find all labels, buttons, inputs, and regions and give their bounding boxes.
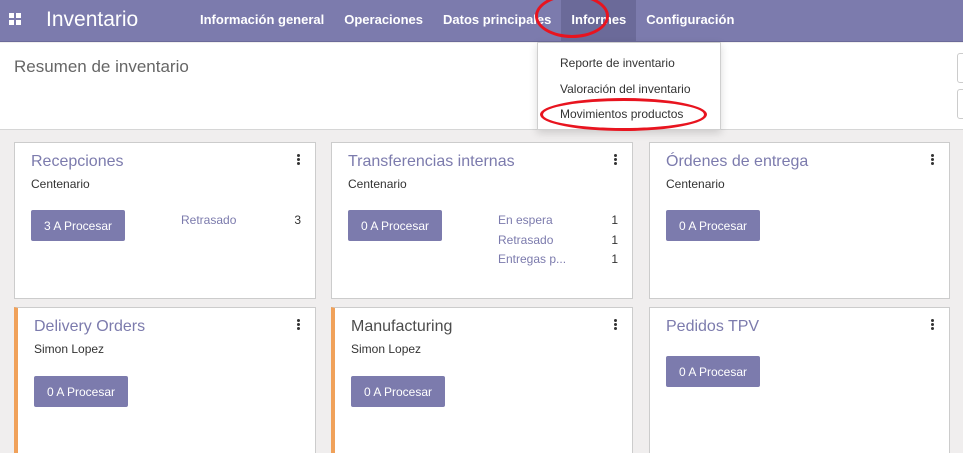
stat-count: 1: [611, 213, 618, 227]
stat-en-espera[interactable]: En espera: [498, 213, 553, 227]
dropdown-item-reporte-inventario[interactable]: Reporte de inventario: [560, 56, 675, 70]
stat-retrasado[interactable]: Retrasado: [181, 213, 236, 227]
page-title: Resumen de inventario: [14, 57, 189, 76]
card-title[interactable]: Órdenes de entrega: [666, 153, 808, 171]
kebab-icon[interactable]: [297, 154, 301, 166]
stat-count: 1: [611, 252, 618, 266]
menu-configuracion[interactable]: Configuración: [636, 0, 744, 42]
to-process-button[interactable]: 0 A Procesar: [351, 376, 445, 407]
to-process-button[interactable]: 0 A Procesar: [666, 210, 760, 241]
search-view-button[interactable]: [957, 53, 963, 83]
card-warehouse: Simon Lopez: [351, 342, 422, 356]
main-menu: Información general Operaciones Datos pr…: [190, 0, 744, 42]
informes-dropdown: Reporte de inventario Valoración del inv…: [537, 42, 721, 130]
card-title[interactable]: Delivery Orders: [34, 318, 145, 336]
kebab-icon[interactable]: [614, 154, 618, 166]
dropdown-item-movimientos-productos[interactable]: Movimientos productos: [560, 107, 683, 121]
menu-informacion-general[interactable]: Información general: [190, 0, 334, 42]
card-warehouse: Simon Lopez: [34, 342, 105, 356]
kebab-icon[interactable]: [931, 319, 935, 331]
to-process-button[interactable]: 3 A Procesar: [31, 210, 125, 241]
stat-retrasado[interactable]: Retrasado: [498, 233, 553, 247]
card-warehouse: Centenario: [348, 177, 407, 191]
filter-button[interactable]: [957, 89, 963, 119]
stat-count: 3: [294, 213, 301, 227]
card-warehouse: Centenario: [31, 177, 90, 191]
kebab-icon[interactable]: [297, 319, 301, 331]
card-warehouse: Centenario: [666, 177, 725, 191]
control-panel: Resumen de inventario: [0, 43, 963, 130]
card-title[interactable]: Recepciones: [31, 153, 124, 171]
kebab-icon[interactable]: [614, 319, 618, 331]
card-pedidos-tpv: Pedidos TPV 0 A Procesar: [649, 307, 950, 453]
apps-grid-icon[interactable]: [9, 13, 21, 25]
top-navbar: Inventario Información general Operacion…: [0, 0, 963, 42]
dropdown-item-valoracion-inventario[interactable]: Valoración del inventario: [560, 82, 691, 96]
to-process-button[interactable]: 0 A Procesar: [666, 356, 760, 387]
card-delivery-orders: Delivery Orders Simon Lopez 0 A Procesar: [14, 307, 316, 453]
card-title[interactable]: Manufacturing: [351, 318, 452, 336]
card-manufacturing: Manufacturing Simon Lopez 0 A Procesar: [331, 307, 633, 453]
menu-informes[interactable]: Informes: [561, 0, 637, 42]
menu-datos-principales[interactable]: Datos principales: [433, 0, 561, 42]
menu-operaciones[interactable]: Operaciones: [334, 0, 433, 42]
kebab-icon[interactable]: [931, 154, 935, 166]
to-process-button[interactable]: 0 A Procesar: [34, 376, 128, 407]
card-title[interactable]: Pedidos TPV: [666, 318, 759, 336]
to-process-button[interactable]: 0 A Procesar: [348, 210, 442, 241]
card-ordenes-de-entrega: Órdenes de entrega Centenario 0 A Proces…: [649, 142, 950, 299]
card-title[interactable]: Transferencias internas: [348, 153, 515, 171]
card-transferencias-internas: Transferencias internas Centenario 0 A P…: [331, 142, 633, 299]
stat-count: 1: [611, 233, 618, 247]
card-recepciones: Recepciones Centenario 3 A Procesar Retr…: [14, 142, 316, 299]
app-title[interactable]: Inventario: [46, 8, 138, 32]
stat-entregas-pendientes[interactable]: Entregas p...: [498, 252, 566, 266]
